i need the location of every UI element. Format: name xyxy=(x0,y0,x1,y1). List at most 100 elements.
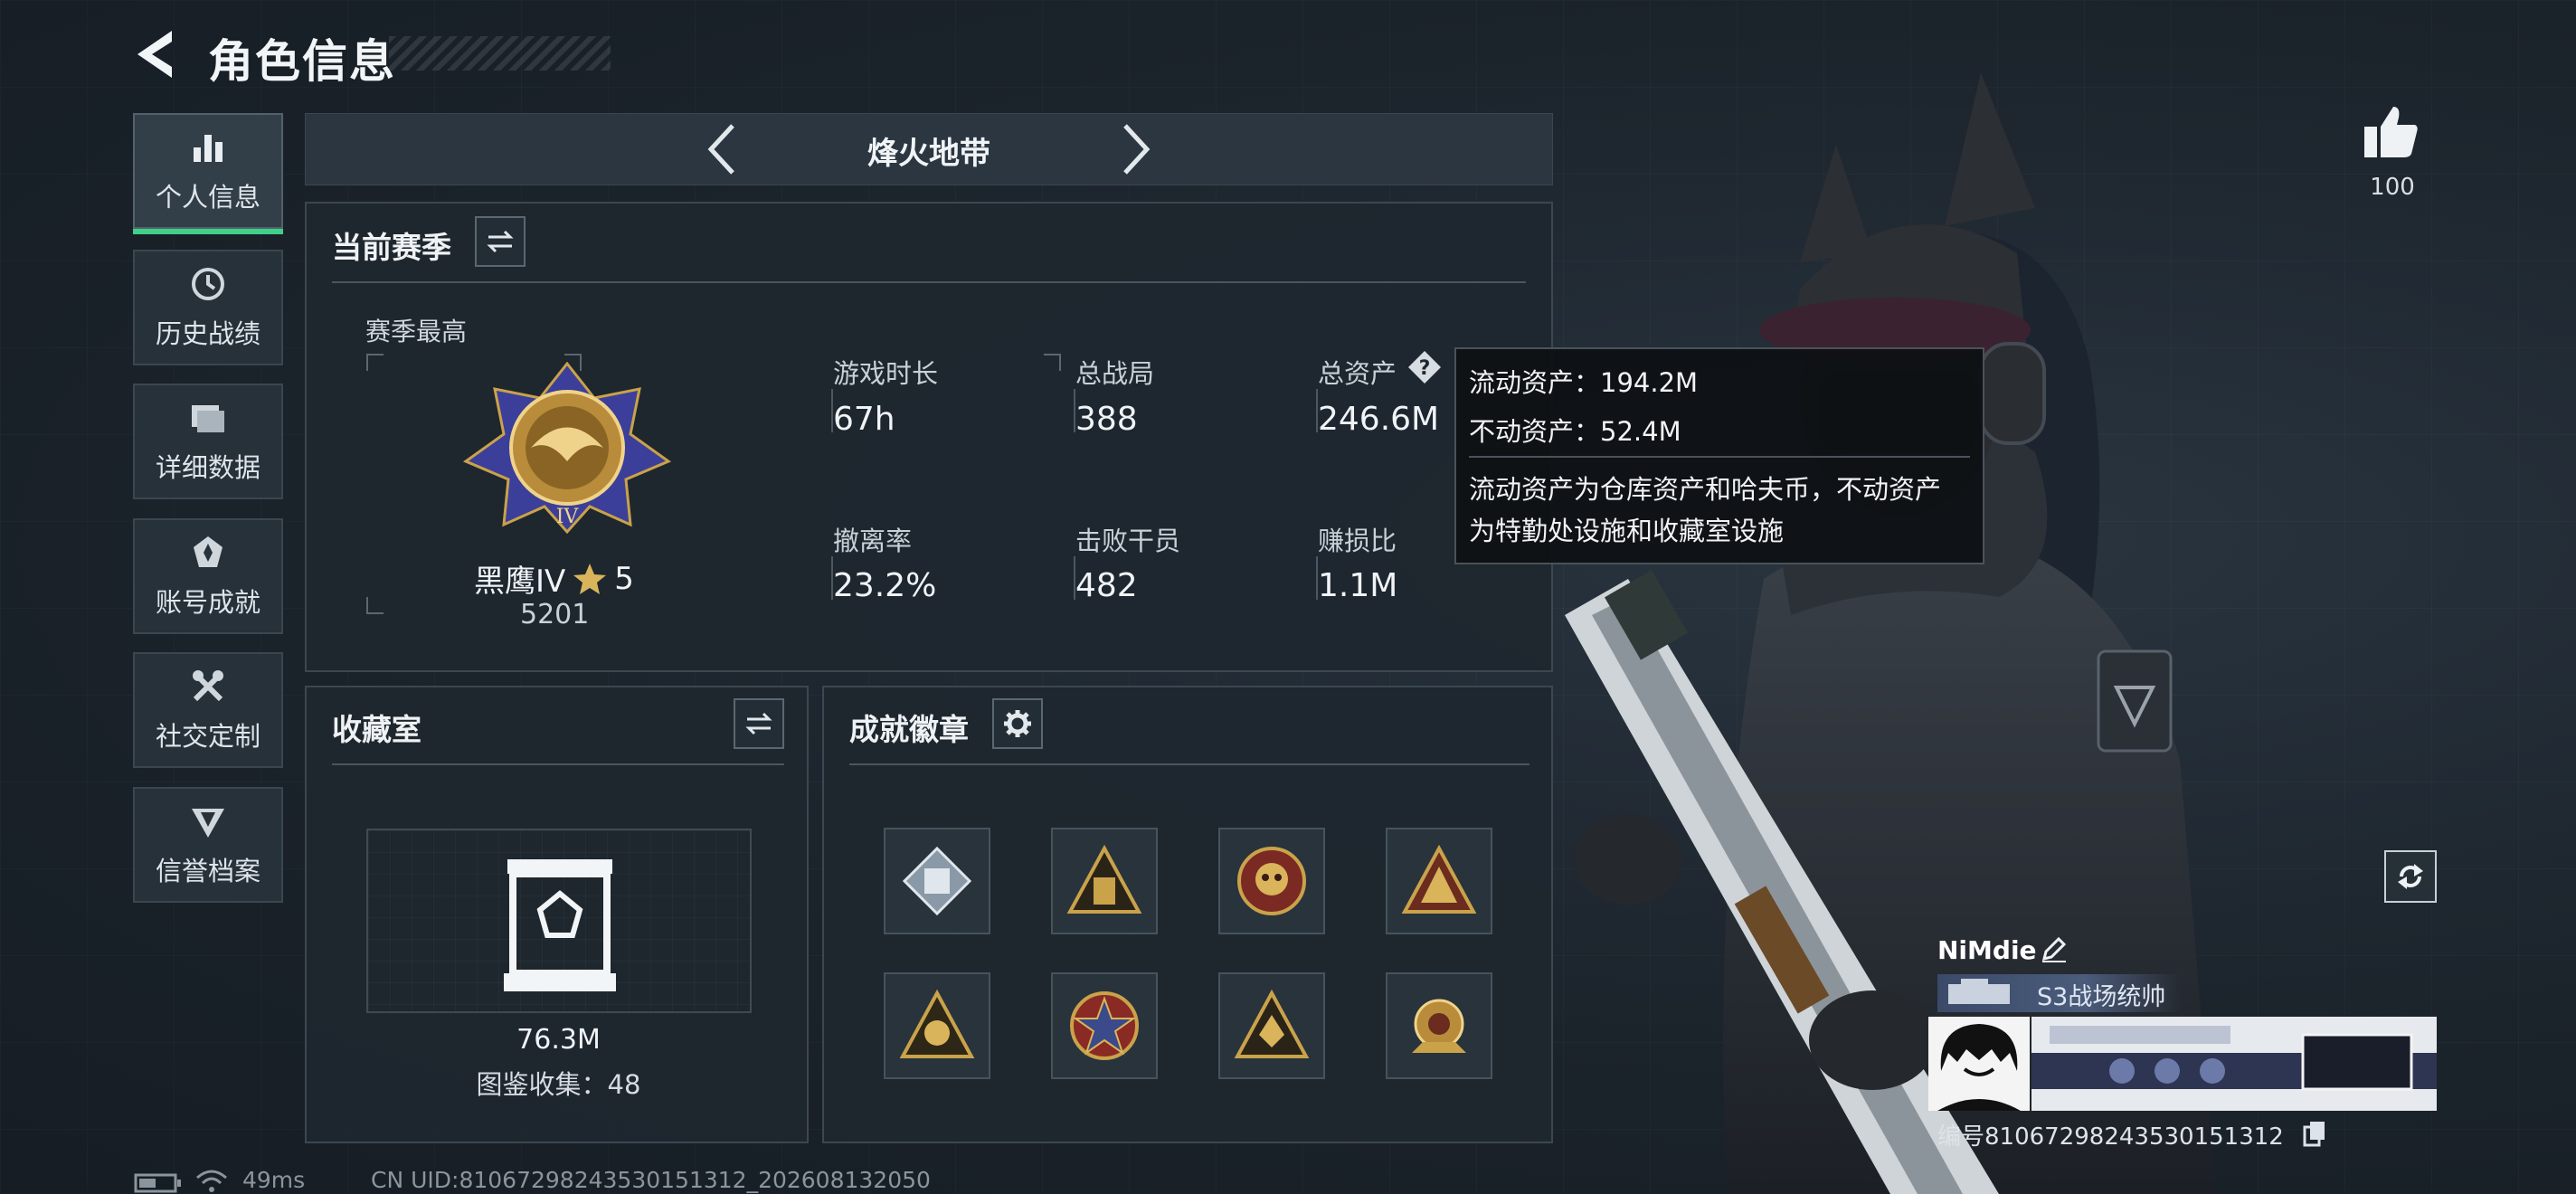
gear-icon xyxy=(1004,710,1031,737)
folder-icon xyxy=(192,405,224,432)
skull-triangle-badge-icon xyxy=(899,990,975,1058)
rank-emblem-icon: IV xyxy=(462,362,672,534)
sidebar-item-details[interactable]: 详细数据 xyxy=(133,384,283,499)
prev-mode-button[interactable] xyxy=(704,122,740,176)
badges-panel: 成就徽章 xyxy=(822,686,1553,1143)
badges-title: 成就徽章 xyxy=(849,712,969,747)
like-count: 100 xyxy=(2370,174,2415,201)
season-title: 当前赛季 xyxy=(332,230,451,265)
star-circle-badge-icon xyxy=(1070,991,1139,1060)
page-title: 角色信息 xyxy=(208,35,396,88)
star-icon xyxy=(573,563,607,594)
stat-label: 撤离率 xyxy=(833,526,913,556)
player-uid: 编号810672982435301513​12 xyxy=(1937,1123,2284,1151)
sidebar-item-history[interactable]: 历史战绩 xyxy=(133,250,283,365)
stat-value: 246.6M xyxy=(1318,401,1440,438)
divider xyxy=(849,763,1530,765)
badge-slot[interactable] xyxy=(1218,972,1325,1079)
divider xyxy=(1469,456,1970,458)
title-emblem-icon xyxy=(1948,979,2010,1004)
stat-label: 游戏时长 xyxy=(833,358,939,389)
season-subtitle: 赛季最高 xyxy=(365,317,468,346)
player-banner xyxy=(2031,1017,2437,1111)
sidebar-item-social[interactable]: 社交定制 xyxy=(133,652,283,768)
collection-panel: 收藏室 76.3M 图鉴收集：48 xyxy=(305,686,809,1143)
mode-label: 烽火地带 xyxy=(867,136,990,172)
collection-title: 收藏室 xyxy=(332,712,421,747)
badge-slot[interactable] xyxy=(1386,828,1492,934)
sidebar-item-label: 社交定制 xyxy=(155,721,260,752)
swap-icon xyxy=(745,712,772,735)
collection-display[interactable] xyxy=(366,829,752,1013)
display-case-icon xyxy=(504,859,616,991)
sidebar-item-label: 信誉档案 xyxy=(155,856,260,886)
tools-icon xyxy=(193,670,223,702)
collection-value: 76.3M xyxy=(516,1024,601,1056)
triangle-frame-badge-icon xyxy=(1401,845,1477,914)
divider xyxy=(332,281,1526,283)
tooltip-fixed: 不动资产：52.4M xyxy=(1469,416,1681,447)
medal-icon xyxy=(194,536,223,567)
history-icon xyxy=(192,268,224,300)
sidebar-item-label: 详细数据 xyxy=(155,452,260,483)
badge-slot[interactable] xyxy=(884,972,990,1079)
badge-slot[interactable] xyxy=(1386,972,1492,1079)
like-button[interactable] xyxy=(2363,103,2420,159)
ping: 49ms xyxy=(242,1167,306,1193)
badge-slot[interactable] xyxy=(1218,828,1325,934)
tooltip-desc-line1: 流动资产为仓库资产和哈夫币，不动资产 xyxy=(1469,474,1942,505)
player-name: NiMdie xyxy=(1937,935,2037,965)
badge-slot[interactable] xyxy=(884,828,990,934)
battery-icon xyxy=(134,1173,181,1193)
help-icon: ? xyxy=(1408,351,1441,384)
stat-label: 总资产 xyxy=(1318,358,1397,389)
back-arrow-icon[interactable] xyxy=(132,27,183,81)
badge-slot[interactable] xyxy=(1051,828,1158,934)
sidebar-item-profile[interactable]: 个人信息 xyxy=(133,113,283,234)
stat-value: 1.1M xyxy=(1318,567,1398,604)
sidebar-item-label: 个人信息 xyxy=(155,182,260,213)
asset-help-button[interactable]: ? xyxy=(1406,349,1443,385)
stat-value: 23.2% xyxy=(833,567,937,604)
avatar[interactable] xyxy=(1928,1017,2030,1111)
triangle-badge-icon xyxy=(1066,845,1142,914)
edit-name-button[interactable] xyxy=(2041,935,2068,962)
stat-value: 388 xyxy=(1075,401,1138,438)
copy-icon[interactable] xyxy=(2303,1120,2326,1147)
shield-icon xyxy=(192,809,224,838)
stat-label: 击败干员 xyxy=(1075,526,1181,556)
season-switch-button[interactable] xyxy=(475,216,526,267)
player-title: S3战场统帅 xyxy=(2037,983,2166,1011)
sidebar-item-achievements[interactable]: 账号成就 xyxy=(133,518,283,634)
wifi-icon xyxy=(196,1170,227,1192)
refresh-button[interactable] xyxy=(2384,850,2437,903)
svg-text:IV: IV xyxy=(556,506,580,528)
mode-selector: 烽火地带 xyxy=(305,113,1553,185)
badge-settings-button[interactable] xyxy=(992,698,1043,749)
rank-stars: 5 xyxy=(614,560,634,597)
tooltip-desc-line2: 为特勤处设施和收藏室设施 xyxy=(1469,516,1785,546)
badge-slot[interactable] xyxy=(1051,972,1158,1079)
sidebar-item-label: 账号成就 xyxy=(155,587,260,618)
sidebar-item-label: 历史战绩 xyxy=(155,318,260,349)
refresh-icon xyxy=(2398,864,2423,889)
stat-value: 482 xyxy=(1075,567,1138,604)
rank-points: 5201 xyxy=(520,599,590,630)
next-mode-button[interactable] xyxy=(1118,122,1154,176)
skull-badge-icon xyxy=(1237,847,1306,915)
swap-icon xyxy=(487,230,514,253)
season-panel: 当前赛季 赛季最高 IV 黑鹰IV 5 5201 游戏时长 67h 总战局 38… xyxy=(305,202,1553,672)
stat-label: 赚损比 xyxy=(1318,526,1397,556)
diamond-badge-icon xyxy=(902,846,972,916)
sidebar-item-reputation[interactable]: 信誉档案 xyxy=(133,787,283,903)
gear-badge-icon xyxy=(1412,999,1466,1053)
asset-tooltip: 流动资产：194.2M 不动资产：52.4M 流动资产为仓库资产和哈夫币，不动资… xyxy=(1454,347,1984,564)
tooltip-liquid: 流动资产：194.2M xyxy=(1469,367,1699,398)
collection-count: 图鉴收集：48 xyxy=(476,1069,641,1100)
footer-uid: CN UID:810672982435301513​12_20260813205… xyxy=(371,1167,931,1193)
collection-switch-button[interactable] xyxy=(734,698,784,749)
rank-name: 黑鹰IV xyxy=(474,564,566,600)
title-decoration xyxy=(389,36,611,71)
bar-chart-icon xyxy=(194,135,223,162)
divider xyxy=(332,763,784,765)
